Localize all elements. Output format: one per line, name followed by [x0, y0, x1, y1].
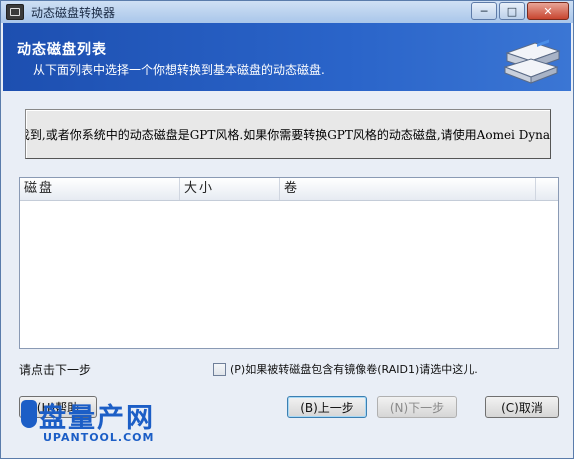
page-title: 动态磁盘列表 [17, 42, 107, 58]
close-button[interactable]: ✕ [527, 2, 569, 20]
column-volume[interactable]: 卷 [280, 178, 536, 200]
disk-drive-icon [503, 39, 561, 84]
window-controls: ─ □ ✕ [469, 2, 569, 20]
next-step-hint: 请点击下一步 [19, 363, 92, 377]
maximize-button[interactable]: □ [499, 2, 525, 20]
cancel-button[interactable]: (C)取消 [485, 396, 559, 418]
app-icon [6, 4, 24, 20]
dynamic-disk-list[interactable]: 磁盘 大小 卷 [19, 177, 559, 349]
app-window: 动态磁盘转换器 ─ □ ✕ 动态磁盘列表 从下面列表中选择一个你想转换到基本磁盘… [0, 0, 574, 459]
wizard-header: 动态磁盘列表 从下面列表中选择一个你想转换到基本磁盘的动态磁盘. [3, 23, 571, 91]
list-header: 磁盘 大小 卷 [20, 178, 558, 201]
minimize-button[interactable]: ─ [471, 2, 497, 20]
wizard-content: 找到,或者你系统中的动态磁盘是GPT风格.如果你需要转换GPT风格的动态磁盘,请… [3, 91, 571, 458]
back-button[interactable]: (B)上一步 [287, 396, 367, 418]
help-button[interactable]: (H)帮助 [19, 396, 97, 418]
raid1-option[interactable]: (P)如果被转磁盘包含有镜像卷(RAID1)请选中这儿. [213, 361, 478, 377]
column-size[interactable]: 大小 [180, 178, 280, 200]
next-button[interactable]: (N)下一步 [377, 396, 457, 418]
column-filler [536, 178, 556, 200]
raid1-checkbox-label[interactable]: (P)如果被转磁盘包含有镜像卷(RAID1)请选中这儿. [230, 361, 478, 377]
window-title: 动态磁盘转换器 [31, 5, 116, 20]
info-message-box: 找到,或者你系统中的动态磁盘是GPT风格.如果你需要转换GPT风格的动态磁盘,请… [25, 109, 551, 159]
raid1-checkbox[interactable] [213, 362, 226, 376]
page-subtitle: 从下面列表中选择一个你想转换到基本磁盘的动态磁盘. [33, 63, 325, 77]
info-message-text: 找到,或者你系统中的动态磁盘是GPT风格.如果你需要转换GPT风格的动态磁盘,请… [25, 127, 550, 142]
column-disk[interactable]: 磁盘 [20, 178, 180, 200]
title-bar[interactable]: 动态磁盘转换器 ─ □ ✕ [1, 1, 573, 23]
